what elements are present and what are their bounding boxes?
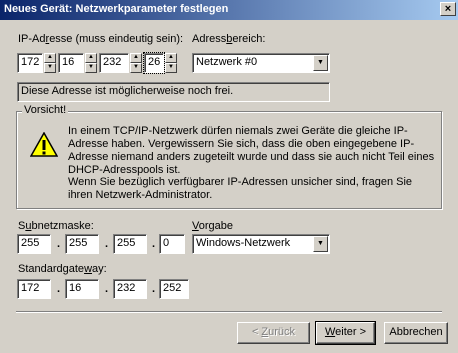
button-separator [16, 311, 442, 313]
chevron-down-icon[interactable]: ▼ [313, 55, 328, 71]
preset-select[interactable]: Windows-Netzwerk ▼ [192, 234, 330, 254]
gateway-dot-1: . [57, 283, 61, 295]
gateway-octet-2-input[interactable]: 16 [65, 279, 99, 299]
spin-down-icon[interactable]: ▼ [85, 63, 97, 73]
ip-octet-2-spinner[interactable]: ▲ ▼ [85, 53, 97, 73]
next-button[interactable]: Weiter > [315, 321, 376, 345]
warning-group-label: Vorsicht! [22, 104, 69, 116]
chevron-down-icon[interactable]: ▼ [313, 236, 328, 252]
title-bar: Neues Gerät: Netzwerkparameter festlegen… [0, 0, 458, 20]
gateway-octet-1-input[interactable]: 172 [17, 279, 51, 299]
preset-label: Vorgabe [192, 220, 233, 232]
spin-up-icon[interactable]: ▲ [85, 53, 97, 63]
ip-octet-1-input[interactable]: 172 [17, 53, 43, 73]
spin-up-icon[interactable]: ▲ [44, 53, 56, 63]
gateway-dot-3: . [152, 283, 156, 295]
subnet-octet-3-input[interactable]: 255 [113, 234, 147, 254]
gateway-octet-4-input[interactable]: 252 [159, 279, 189, 299]
ip-octet-3-spinner[interactable]: ▲ ▼ [130, 53, 142, 73]
ip-octet-2-input[interactable]: 16 [58, 53, 84, 73]
default-gateway-label: Standardgateway: [18, 263, 107, 275]
ip-address-label: IP-Adresse (muss eindeutig sein): [18, 33, 184, 45]
gateway-dot-2: . [105, 283, 109, 295]
gateway-octet-3-input[interactable]: 232 [113, 279, 147, 299]
subnet-octet-1-input[interactable]: 255 [17, 234, 51, 254]
ip-octet-4-input[interactable]: 26 [143, 52, 165, 74]
window-title: Neues Gerät: Netzwerkparameter festlegen [4, 3, 229, 15]
subnet-mask-label: Subnetzmaske: [18, 220, 94, 232]
address-range-label: Adressbereich: [192, 33, 266, 45]
subnet-octet-2-input[interactable]: 255 [65, 234, 99, 254]
warning-icon [30, 132, 58, 157]
preset-value: Windows-Netzwerk [196, 237, 291, 249]
address-status-field: Diese Adresse ist möglicherweise noch fr… [17, 82, 330, 102]
subnet-dot-3: . [152, 238, 156, 250]
subnet-octet-4-input[interactable]: 0 [159, 234, 185, 254]
warning-paragraph-2: Wenn Sie bezüglich verfügbarer IP-Adress… [68, 176, 413, 201]
ip-octet-4-spinner[interactable]: ▲ ▼ [165, 53, 177, 73]
spin-up-icon[interactable]: ▲ [165, 53, 177, 63]
spin-down-icon[interactable]: ▼ [165, 63, 177, 73]
spin-up-icon[interactable]: ▲ [130, 53, 142, 63]
warning-paragraph-1: In einem TCP/IP-Netzwerk dürfen niemals … [68, 125, 435, 176]
address-range-value: Netzwerk #0 [196, 56, 258, 68]
close-button[interactable]: × [440, 2, 456, 16]
address-range-select[interactable]: Netzwerk #0 ▼ [192, 53, 330, 73]
spin-down-icon[interactable]: ▼ [44, 63, 56, 73]
close-icon: × [444, 3, 452, 15]
subnet-dot-2: . [105, 238, 109, 250]
spin-down-icon[interactable]: ▼ [130, 63, 142, 73]
ip-octet-1-spinner[interactable]: ▲ ▼ [44, 53, 56, 73]
ip-octet-3-input[interactable]: 232 [99, 53, 129, 73]
cancel-button[interactable]: Abbrechen [384, 322, 448, 344]
back-button[interactable]: < Zurück [237, 322, 310, 344]
subnet-dot-1: . [57, 238, 61, 250]
